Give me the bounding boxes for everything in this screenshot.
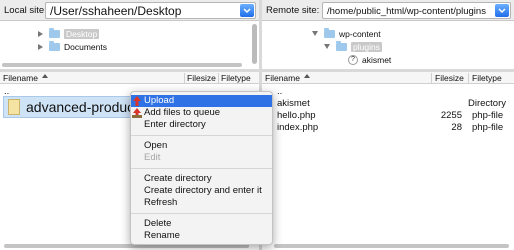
remote-list-header: Filename Filesize Filetype: [262, 72, 514, 84]
remote-dir-tree[interactable]: wp-content plugins ? akismet: [262, 22, 514, 69]
menu-item-label: Upload: [144, 95, 175, 106]
menu-item-label: Rename: [144, 230, 180, 241]
menu-item-upload[interactable]: Upload: [131, 95, 272, 107]
file-icon: [8, 99, 20, 115]
column-filesize[interactable]: Filesize: [187, 73, 216, 83]
remote-pane: Remote site: /home/public_html/wp-conten…: [262, 0, 514, 250]
menu-item-enter-directory[interactable]: Enter directory: [131, 119, 272, 131]
folder-icon: [336, 40, 347, 51]
collapse-arrow-icon[interactable]: [312, 31, 318, 36]
chevron-down-icon[interactable]: [495, 4, 509, 17]
folder-icon: [49, 27, 60, 38]
remote-list-hscrollbar[interactable]: [274, 244, 509, 248]
menu-item-edit: Edit: [131, 152, 272, 164]
column-label: Filename: [3, 73, 38, 83]
sort-ascending-icon: [303, 74, 310, 78]
column-divider[interactable]: [431, 73, 432, 83]
remote-site-combo[interactable]: /home/public_html/wp-content/plugins: [322, 2, 511, 19]
local-site-bar: Local site: /User/sshaheen/Desktop: [0, 0, 259, 21]
menu-separator: [131, 135, 272, 136]
tree-item-plugins[interactable]: plugins: [324, 40, 382, 53]
file-name: akismet: [277, 98, 310, 109]
menu-item-label: Create directory and enter it: [144, 185, 262, 196]
upload-arrow-icon: [133, 96, 141, 106]
file-name: index.php: [277, 122, 319, 133]
local-site-path[interactable]: /User/sshaheen/Desktop: [50, 4, 237, 18]
menu-separator: [131, 168, 272, 169]
question-mark-icon: ?: [348, 54, 358, 65]
tree-item-desktop[interactable]: Desktop: [38, 27, 100, 40]
table-row[interactable]: index.php 28 php-file: [262, 121, 514, 134]
column-filesize[interactable]: Filesize: [435, 73, 464, 83]
menu-item-label: Edit: [144, 152, 161, 163]
local-site-combo[interactable]: /User/sshaheen/Desktop: [45, 2, 256, 19]
menu-item-open[interactable]: Open: [131, 140, 272, 152]
tree-item-label: Desktop: [64, 28, 100, 39]
menu-item-label: Open: [144, 140, 168, 151]
menu-item-delete[interactable]: Delete: [131, 218, 272, 230]
collapse-arrow-icon[interactable]: [324, 44, 330, 49]
menu-item-label: Refresh: [144, 197, 178, 208]
tree-item-label: wp-content: [339, 28, 381, 39]
column-divider[interactable]: [218, 73, 219, 83]
expand-arrow-icon[interactable]: [38, 30, 43, 37]
column-divider[interactable]: [468, 73, 469, 83]
sort-ascending-icon: [41, 74, 48, 78]
tree-item-documents[interactable]: Documents: [38, 40, 107, 53]
column-filename[interactable]: Filename: [265, 73, 310, 83]
file-name: hello.php: [277, 110, 316, 121]
file-type: php-file: [472, 122, 504, 133]
menu-item-create-directory-enter[interactable]: Create directory and enter it: [131, 185, 272, 197]
tree-item-label: Documents: [64, 41, 107, 52]
remote-file-list[interactable]: .. akismet Directory hello.php 2255 php-…: [262, 85, 514, 242]
tree-scrollbar[interactable]: [252, 24, 257, 64]
file-name: ..: [277, 86, 283, 97]
selected-file-name: advanced-product-fields-for-woocommerce: [26, 99, 132, 115]
menu-item-refresh[interactable]: Refresh: [131, 197, 272, 209]
queue-arrow-icon: [132, 108, 142, 118]
menu-item-label: Create directory: [144, 173, 212, 184]
menu-item-add-to-queue[interactable]: Add files to queue: [131, 107, 272, 119]
chevron-down-icon[interactable]: [240, 4, 254, 17]
column-divider[interactable]: [184, 73, 185, 83]
tree-item-label: plugins: [351, 41, 382, 52]
file-size: 28: [451, 122, 462, 133]
menu-item-label: Delete: [144, 218, 172, 229]
column-label: Filename: [265, 73, 300, 83]
local-dir-tree[interactable]: Desktop Documents: [0, 22, 259, 69]
expand-arrow-icon[interactable]: [38, 43, 43, 50]
menu-item-label: Enter directory: [144, 119, 206, 130]
file-type: Directory: [468, 98, 507, 109]
column-filetype[interactable]: Filetype: [472, 73, 502, 83]
menu-separator: [131, 213, 272, 214]
column-filetype[interactable]: Filetype: [221, 73, 251, 83]
menu-item-label: Add files to queue: [144, 107, 221, 118]
remote-site-bar: Remote site: /home/public_html/wp-conten…: [262, 0, 514, 21]
folder-icon: [49, 40, 60, 51]
menu-item-create-directory[interactable]: Create directory: [131, 173, 272, 185]
tree-item-wp-content[interactable]: wp-content: [312, 27, 381, 40]
file-type: php-file: [472, 110, 504, 121]
local-site-label: Local site:: [4, 5, 47, 16]
tree-item-label: akismet: [362, 54, 392, 65]
selected-file-row[interactable]: advanced-product-fields-for-woocommerce: [3, 96, 133, 118]
context-menu: Upload Add files to queue Enter director…: [130, 91, 273, 245]
menu-item-rename[interactable]: Rename: [131, 230, 272, 242]
remote-site-path[interactable]: /home/public_html/wp-content/plugins: [327, 6, 492, 17]
column-filename[interactable]: Filename: [3, 73, 48, 83]
tree-hscrollbar[interactable]: [2, 63, 242, 67]
tree-item-akismet[interactable]: ? akismet: [348, 53, 391, 66]
local-list-header: Filename Filesize Filetype: [0, 72, 259, 84]
remote-site-label: Remote site:: [266, 5, 320, 16]
folder-icon: [324, 27, 335, 38]
file-size: 2255: [440, 110, 462, 121]
